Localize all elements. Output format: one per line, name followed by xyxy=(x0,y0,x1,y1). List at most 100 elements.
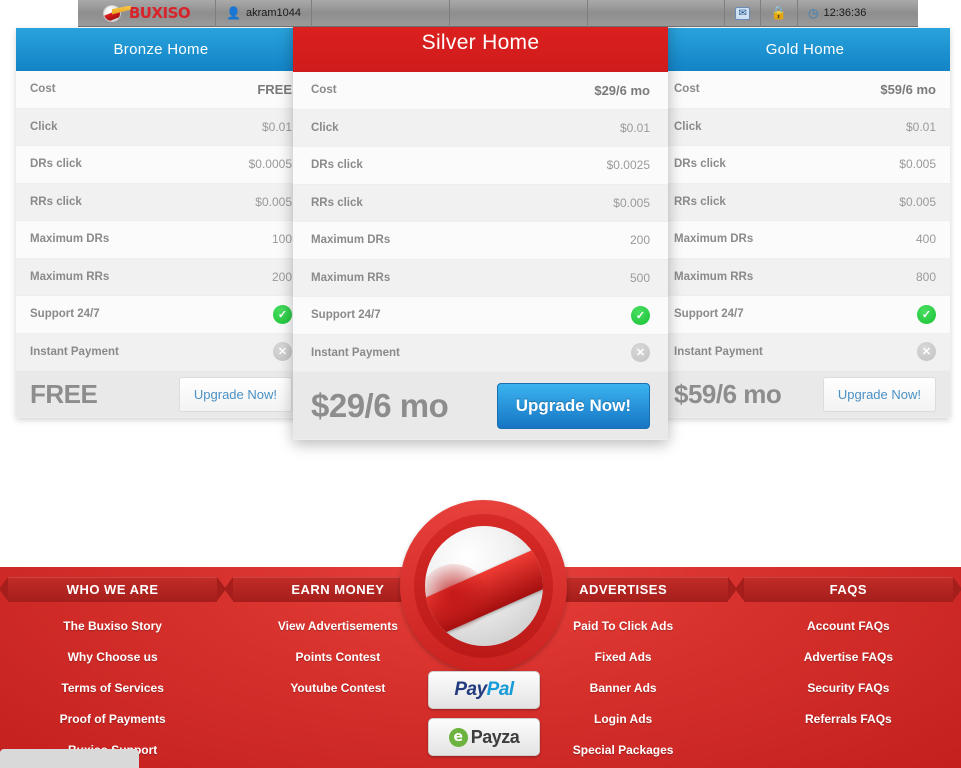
footer-link[interactable]: Referrals FAQs xyxy=(736,712,961,726)
footer-link[interactable]: Special Packages xyxy=(511,743,736,757)
table-row: Cost $29/6 mo xyxy=(293,72,668,110)
table-row: RRs click $0.005 xyxy=(660,183,950,221)
table-row: Cost $59/6 mo xyxy=(660,71,950,109)
feature-label: Instant Payment xyxy=(311,346,400,359)
plan-price: FREE xyxy=(30,378,98,409)
feature-value: $0.01 xyxy=(619,120,650,135)
upgrade-button-silver[interactable]: Upgrade Now! xyxy=(496,382,650,429)
plan-card-bronze: Bronze Home Cost FREE Click $0.01 DRs cl… xyxy=(16,28,306,418)
table-row: Instant Payment ✕ xyxy=(16,333,306,371)
feature-value: $0.0025 xyxy=(606,158,650,173)
plan-price: $59/6 mo xyxy=(674,378,782,409)
footer-link[interactable]: Banner Ads xyxy=(511,681,736,695)
upgrade-button-bronze[interactable]: Upgrade Now! xyxy=(178,376,292,412)
feature-value: 500 xyxy=(629,270,650,285)
footer-link[interactable]: Terms of Services xyxy=(0,681,225,695)
plan-title-silver: Silver Home xyxy=(421,31,540,54)
footer-column-faqs: FAQS Account FAQs Advertise FAQs Securit… xyxy=(734,577,961,768)
feature-label: Support 24/7 xyxy=(30,308,100,321)
feature-label: Cost xyxy=(30,83,56,96)
feature-value: $0.005 xyxy=(613,195,650,210)
table-row: Maximum DRs 200 xyxy=(293,222,668,260)
clock-cell: ◷ 12:36:36 xyxy=(798,0,918,27)
table-row: Cost FREE xyxy=(16,71,306,109)
table-row: Maximum RRs 200 xyxy=(16,258,306,296)
plan-footer-bronze: FREE Upgrade Now! xyxy=(16,371,306,418)
payza-badge[interactable]: e Payza xyxy=(428,718,540,756)
x-circle-icon: ✕ xyxy=(273,342,292,362)
footer-link[interactable]: Youtube Contest xyxy=(225,681,450,695)
secure-indicator[interactable]: 🔒 xyxy=(761,0,799,27)
footer-link[interactable]: Security FAQs xyxy=(736,681,961,695)
feature-label: RRs click xyxy=(311,196,363,209)
brand-wordmark: BUXISO xyxy=(128,4,191,22)
plan-title-gold: Gold Home xyxy=(660,28,950,71)
feature-value: $0.01 xyxy=(261,119,292,134)
paypal-icon: PayPal xyxy=(454,679,515,701)
footer-link[interactable]: Proof of Payments xyxy=(0,712,225,726)
table-row: Maximum DRs 400 xyxy=(660,221,950,259)
feature-label: RRs click xyxy=(30,195,82,208)
table-row: RRs click $0.005 xyxy=(293,184,668,222)
footer-column-who-we-are: WHO WE ARE The Buxiso Story Why Choose u… xyxy=(0,577,227,768)
username-label: akram1044 xyxy=(245,7,301,19)
table-row: Support 24/7 ✓ xyxy=(293,297,668,335)
footer-link[interactable]: Advertise FAQs xyxy=(736,650,961,664)
feature-label: Maximum DRs xyxy=(311,234,391,247)
topbar-spacer-2 xyxy=(450,0,588,27)
feature-label: Click xyxy=(311,121,339,134)
lock-icon: 🔒 xyxy=(770,5,788,20)
upgrade-button-gold[interactable]: Upgrade Now! xyxy=(822,376,936,412)
brand-logo[interactable]: BUXISO xyxy=(78,0,216,27)
feature-label: DRs click xyxy=(30,158,82,171)
feature-label: Click xyxy=(30,120,58,133)
feature-value: $29/6 mo xyxy=(594,82,650,98)
paypal-badge[interactable]: PayPal xyxy=(428,671,540,709)
plan-title-bronze: Bronze Home xyxy=(16,28,306,71)
feature-label: Maximum DRs xyxy=(30,233,110,246)
feature-label: Maximum RRs xyxy=(674,270,754,283)
feature-label: DRs click xyxy=(674,158,726,171)
footer-link[interactable]: Login Ads xyxy=(511,712,736,726)
check-circle-icon: ✓ xyxy=(917,304,936,324)
footer-link[interactable]: Why Choose us xyxy=(0,650,225,664)
bottom-left-panel xyxy=(0,749,139,768)
feature-label: Support 24/7 xyxy=(674,308,744,321)
feature-label: Click xyxy=(674,120,702,133)
feature-label: RRs click xyxy=(674,195,726,208)
feature-value: 800 xyxy=(915,269,936,284)
buxiso-logo-icon xyxy=(102,4,131,22)
paypal-pal-text: Pal xyxy=(486,679,515,700)
table-row: Maximum RRs 500 xyxy=(293,259,668,297)
mail-button[interactable]: ✉ xyxy=(725,0,761,27)
footer-link[interactable]: The Buxiso Story xyxy=(0,619,225,633)
clock-time: 12:36:36 xyxy=(823,7,867,19)
table-row: Support 24/7 ✓ xyxy=(16,296,306,334)
feature-value: $0.01 xyxy=(905,119,936,134)
feature-label: Cost xyxy=(311,84,337,97)
feature-value: $0.005 xyxy=(899,157,936,172)
feature-value: 200 xyxy=(629,233,650,248)
site-top-bar: BUXISO 👤 akram1044 ✉ 🔒 ◷ 12:36:36 xyxy=(78,0,918,27)
plan-price: $29/6 mo xyxy=(311,386,449,424)
paypal-pay-text: Pay xyxy=(454,679,487,700)
x-circle-icon: ✕ xyxy=(917,342,936,362)
pricing-table: Bronze Home Cost FREE Click $0.01 DRs cl… xyxy=(0,0,961,440)
table-row: Click $0.01 xyxy=(660,108,950,146)
buxiso-badge-logo-icon xyxy=(400,500,567,672)
feature-label: Maximum RRs xyxy=(311,271,391,284)
payza-mark: e xyxy=(448,727,468,747)
table-row: RRs click $0.005 xyxy=(16,183,306,221)
plan-footer-silver: $29/6 mo Upgrade Now! xyxy=(293,372,668,440)
check-circle-icon: ✓ xyxy=(631,305,650,325)
table-row: Maximum RRs 800 xyxy=(660,258,950,296)
table-row: DRs click $0.0025 xyxy=(293,147,668,185)
username-cell[interactable]: 👤 akram1044 xyxy=(216,0,312,27)
footer-heading: WHO WE ARE xyxy=(0,577,227,602)
feature-value: $59/6 mo xyxy=(880,81,936,97)
footer-link[interactable]: Account FAQs xyxy=(736,619,961,633)
mail-icon: ✉ xyxy=(735,6,750,20)
feature-value: FREE xyxy=(257,81,292,97)
feature-label: Maximum DRs xyxy=(674,233,754,246)
feature-value: $0.005 xyxy=(255,194,292,209)
